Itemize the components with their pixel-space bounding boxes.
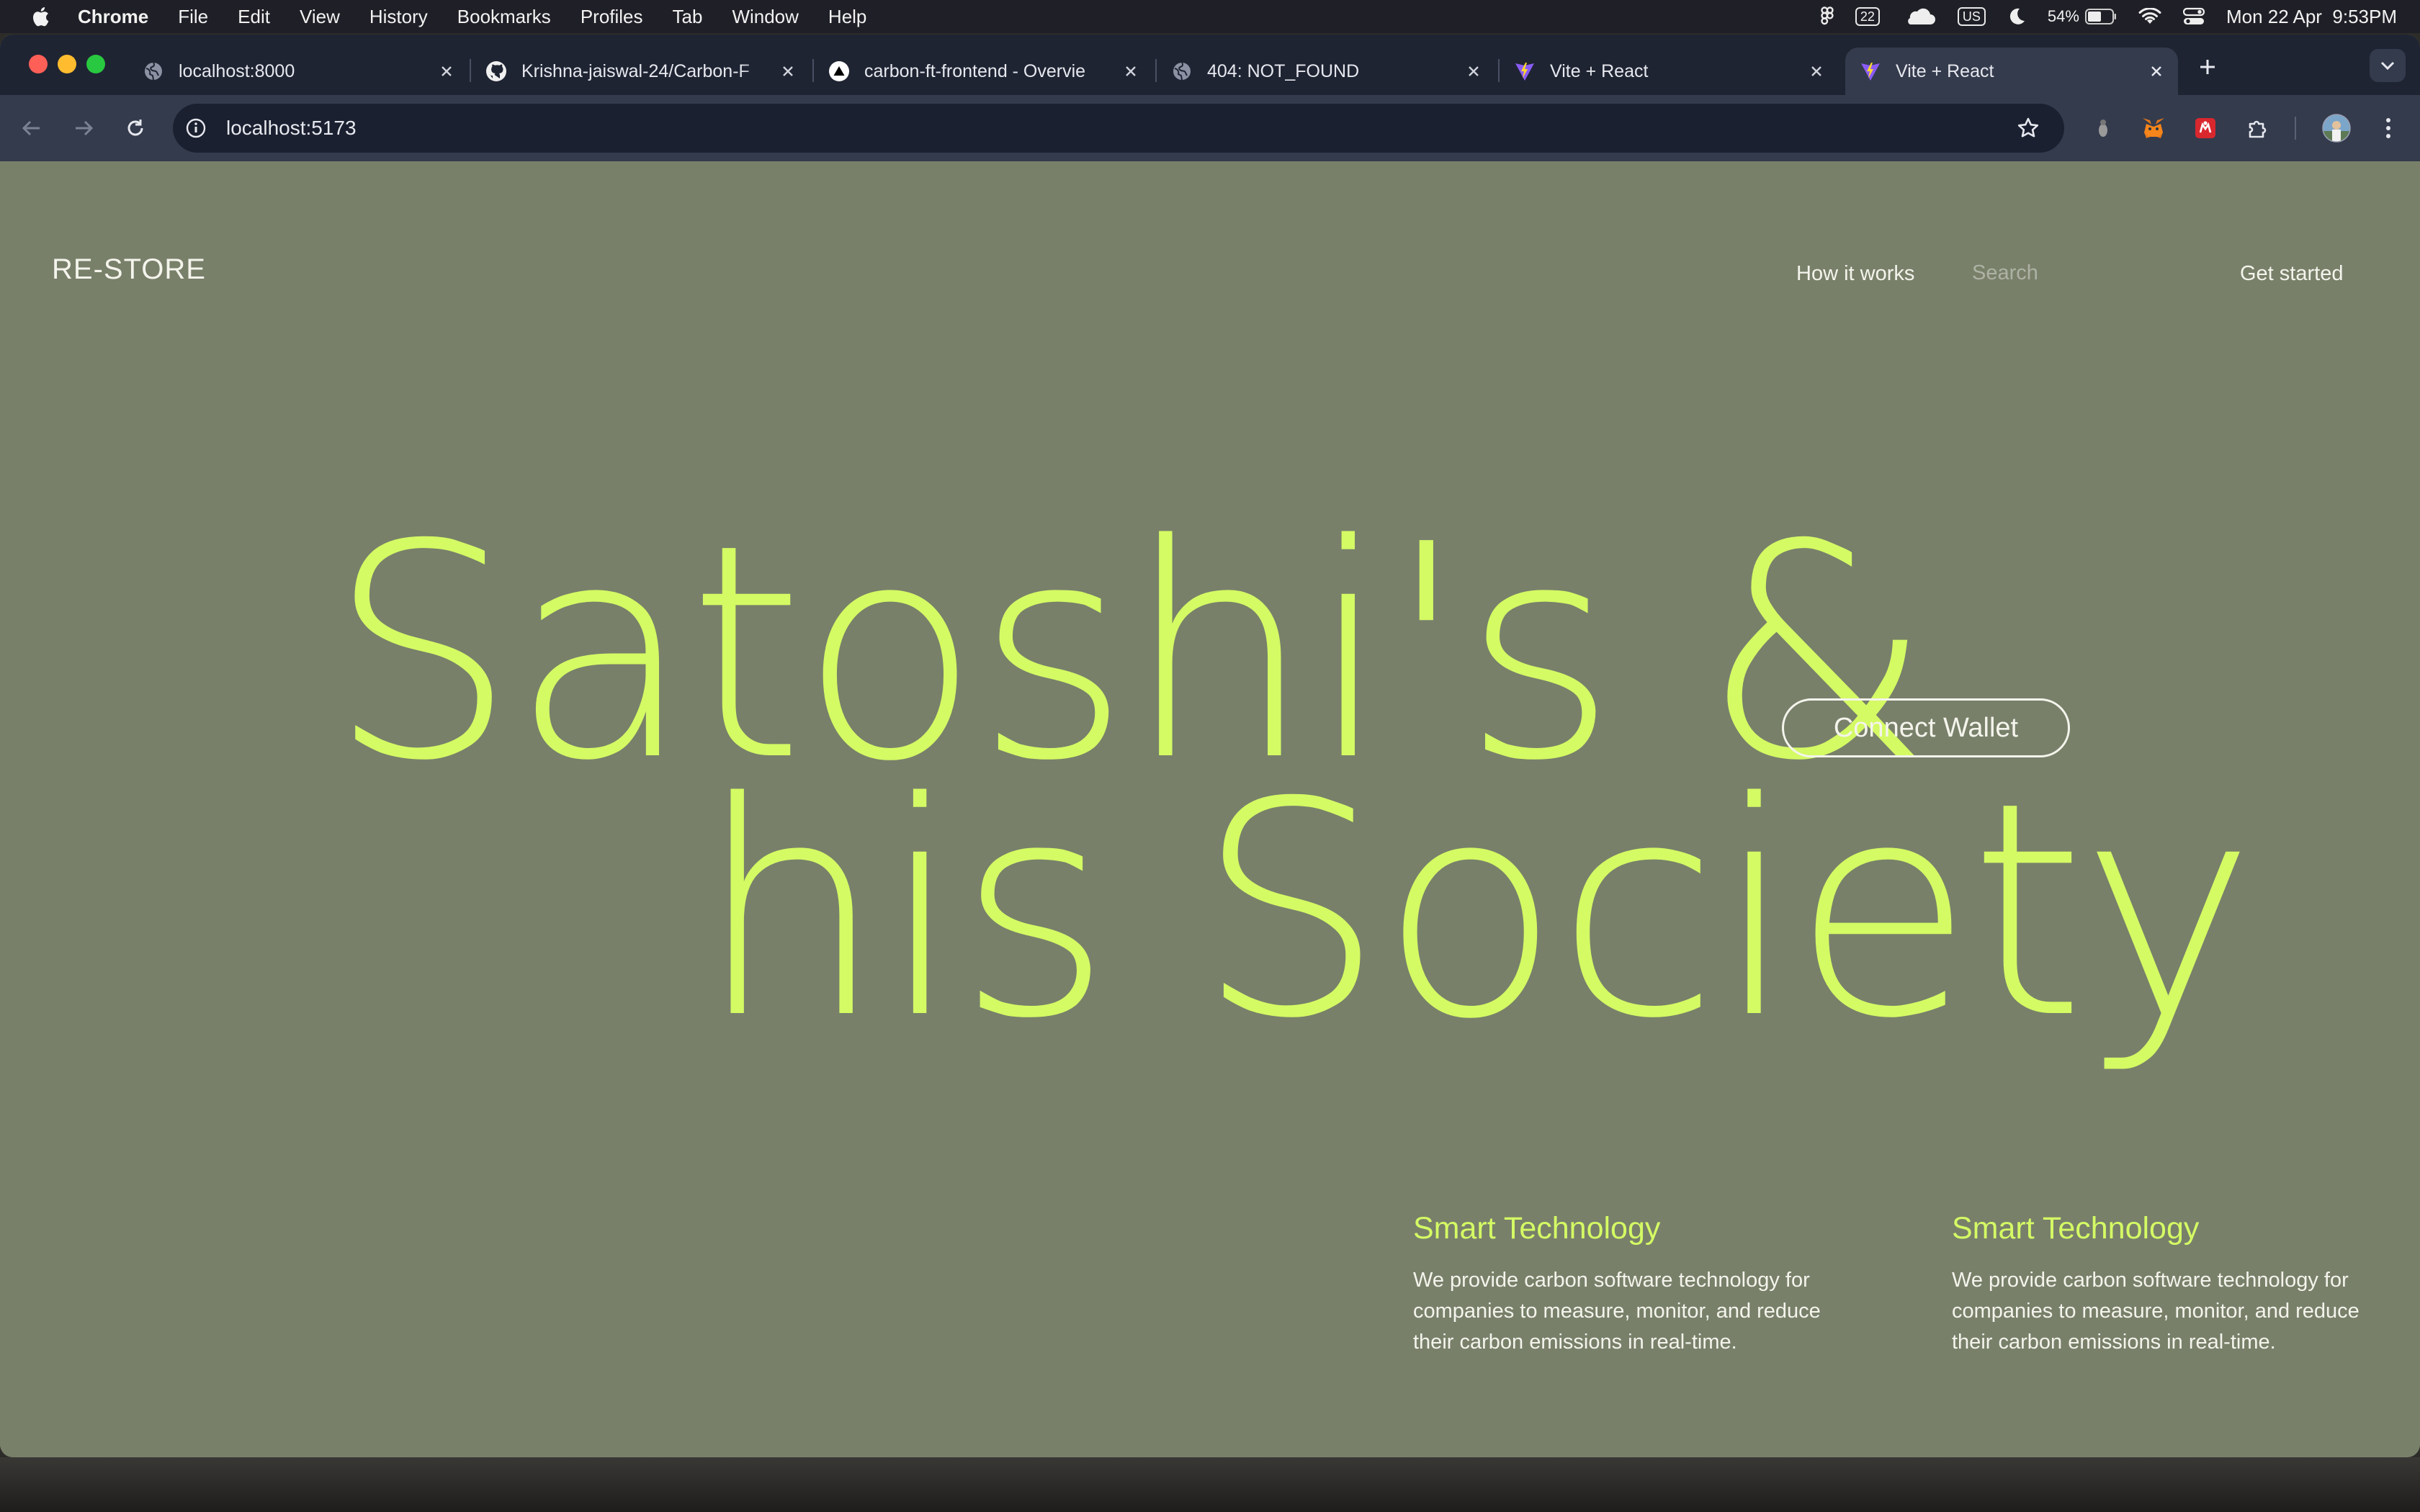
calendar-badge[interactable]: 22 <box>1855 7 1880 26</box>
apple-logo-icon[interactable] <box>29 5 50 28</box>
battery-icon[interactable] <box>2084 9 2117 24</box>
forward-arrow-icon[interactable] <box>69 114 98 143</box>
web-page: RE-STORE How it works Get started Satosh… <box>0 161 2420 1457</box>
browser-window: localhost:8000 Krishna-jaiswal-24/Carbon… <box>0 35 2420 1457</box>
nav-get-started-link[interactable]: Get started <box>2240 262 2343 286</box>
metamask-fox-icon[interactable] <box>2139 114 2168 143</box>
globe-icon <box>143 60 164 82</box>
menu-tab[interactable]: Tab <box>673 6 703 28</box>
browser-tab[interactable]: Krishna-jaiswal-24/Carbon-F <box>485 48 798 95</box>
tab-title: Vite + React <box>1896 60 1994 81</box>
macos-menu-bar: Chrome File Edit View History Bookmarks … <box>0 0 2420 33</box>
browser-tab[interactable]: 404: NOT_FOUND <box>1171 48 1484 95</box>
address-bar[interactable]: localhost:5173 <box>173 104 2064 153</box>
feature-description: We provide carbon software technology fo… <box>1413 1269 1821 1354</box>
close-tab-icon[interactable] <box>1806 61 1827 81</box>
close-window-button[interactable] <box>29 55 48 73</box>
tab-title: 404: NOT_FOUND <box>1207 60 1360 81</box>
input-source-badge[interactable]: US <box>1957 7 1986 26</box>
tab-title: localhost:8000 <box>179 60 295 81</box>
tab-divider <box>812 59 814 82</box>
menu-file[interactable]: File <box>178 6 208 28</box>
browser-tab[interactable]: carbon-ft-frontend - Overvie <box>828 48 1141 95</box>
vercel-icon <box>828 60 850 82</box>
menu-help[interactable]: Help <box>828 6 866 28</box>
menu-bar-status-area: 22 US 54% Mon 22 Apr 9:53PM <box>1799 0 2397 33</box>
chrome-menu-icon[interactable] <box>2374 114 2403 143</box>
connect-wallet-button[interactable]: Connect Wallet <box>1782 698 2070 757</box>
tab-divider <box>1498 59 1500 82</box>
figma-icon[interactable] <box>1821 6 1834 27</box>
hero-title-line-2: his Society <box>697 739 2256 1083</box>
tab-strip: localhost:8000 Krishna-jaiswal-24/Carbon… <box>0 35 2420 95</box>
extensions-puzzle-icon[interactable] <box>2243 114 2272 143</box>
feature-title: Smart Technology <box>1952 1211 2200 1246</box>
menu-bookmarks[interactable]: Bookmarks <box>457 6 551 28</box>
tab-divider <box>470 59 471 82</box>
search-input[interactable] <box>1972 256 2174 289</box>
toolbar-divider <box>2295 117 2296 140</box>
menu-edit[interactable]: Edit <box>238 6 270 28</box>
browser-toolbar: localhost:5173 <box>0 95 2420 161</box>
feature-description: We provide carbon software technology fo… <box>1952 1269 2360 1354</box>
browser-tab[interactable]: localhost:8000 <box>143 48 457 95</box>
tab-title: Krishna-jaiswal-24/Carbon-F <box>521 60 750 81</box>
menu-bar-clock[interactable]: Mon 22 Apr 9:53PM <box>2226 6 2397 28</box>
moon-icon[interactable] <box>2007 7 2026 26</box>
reload-icon[interactable] <box>121 114 150 143</box>
browser-tab-active[interactable]: Vite + React <box>1845 48 2178 95</box>
profile-avatar[interactable] <box>2321 112 2352 144</box>
tab-search-button[interactable] <box>2370 49 2406 82</box>
menu-window[interactable]: Window <box>732 6 798 28</box>
wifi-icon[interactable] <box>2138 8 2161 25</box>
close-tab-icon[interactable] <box>1464 61 1484 81</box>
desktop-wallpaper <box>0 1457 2420 1512</box>
vite-icon <box>1860 60 1881 82</box>
bookmark-star-icon[interactable] <box>2014 114 2043 143</box>
new-tab-button[interactable] <box>2197 56 2218 78</box>
globe-icon <box>1171 60 1193 82</box>
zoom-window-button[interactable] <box>86 55 105 73</box>
close-tab-icon[interactable] <box>778 61 798 81</box>
battery-percent: 54% <box>2047 7 2079 25</box>
menu-app-name[interactable]: Chrome <box>78 6 148 28</box>
close-tab-icon[interactable] <box>436 61 457 81</box>
site-info-icon[interactable] <box>183 115 209 141</box>
back-arrow-icon[interactable] <box>17 114 46 143</box>
cloud-icon[interactable] <box>1901 7 1936 26</box>
tab-title: Vite + React <box>1550 60 1649 81</box>
github-icon <box>485 60 507 82</box>
menu-view[interactable]: View <box>300 6 340 28</box>
site-logo[interactable]: RE-STORE <box>52 253 206 286</box>
close-tab-icon[interactable] <box>1121 61 1141 81</box>
close-tab-icon[interactable] <box>2146 61 2166 81</box>
menu-history[interactable]: History <box>369 6 428 28</box>
red-extension-icon[interactable] <box>2191 114 2220 143</box>
tab-title: carbon-ft-frontend - Overvie <box>864 60 1086 81</box>
address-bar-url[interactable]: localhost:5173 <box>226 104 357 153</box>
minimize-window-button[interactable] <box>58 55 76 73</box>
menu-profiles[interactable]: Profiles <box>581 6 643 28</box>
feature-card: Smart Technology We provide carbon softw… <box>1952 1211 2398 1358</box>
browser-tab[interactable]: Vite + React <box>1514 48 1827 95</box>
control-center-icon[interactable] <box>2182 7 2205 26</box>
vite-icon <box>1514 60 1536 82</box>
nav-how-it-works-link[interactable]: How it works <box>1796 262 1914 286</box>
extension-bug-icon[interactable] <box>2089 114 2118 143</box>
feature-card: Smart Technology We provide carbon softw… <box>1413 1211 1860 1358</box>
feature-title: Smart Technology <box>1413 1211 1661 1246</box>
tab-divider <box>1155 59 1157 82</box>
